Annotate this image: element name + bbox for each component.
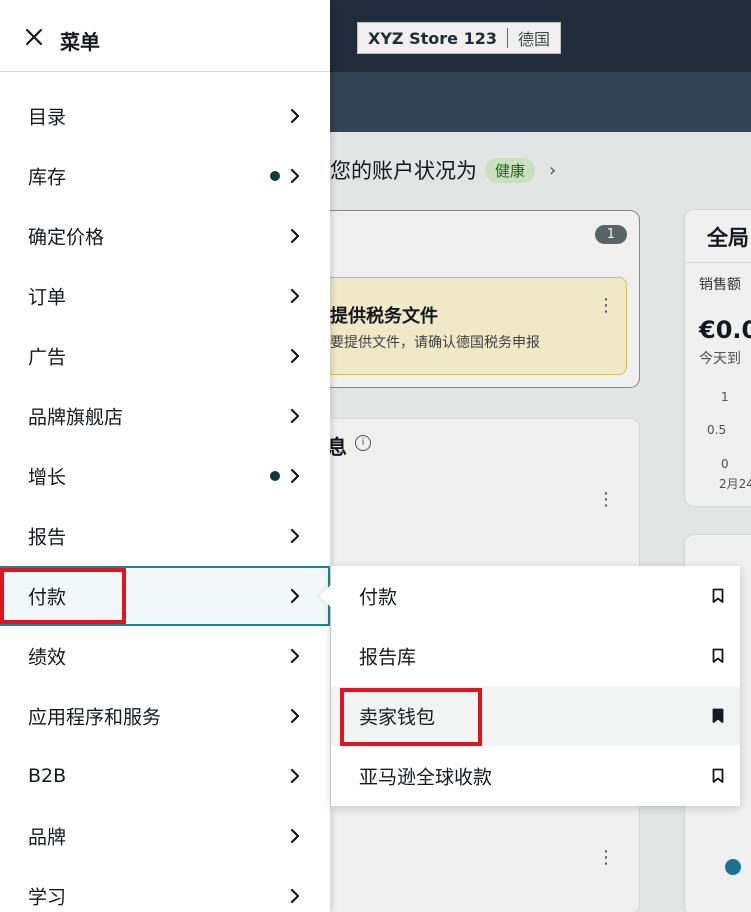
menu-item-payments[interactable]: 付款	[0, 566, 330, 626]
bookmark-icon[interactable]	[712, 768, 724, 784]
menu-item-label: 付款	[28, 586, 67, 609]
chevron-right-icon	[290, 108, 300, 124]
navigation-menu: 菜单 目录库存确定价格订单广告品牌旗舰店增长报告付款绩效应用程序和服务 B2B 品牌…	[0, 0, 330, 912]
notification-dot-icon	[270, 471, 280, 481]
chevron-right-icon	[290, 228, 300, 244]
chevron-right-icon	[290, 528, 300, 544]
submenu-item-amazon-global-payments[interactable]: 亚马逊全球收款	[331, 746, 740, 806]
menu-item-brands[interactable]: 品牌	[0, 806, 330, 866]
close-icon[interactable]	[24, 27, 44, 47]
menu-item-orders[interactable]: 订单	[0, 266, 330, 326]
chevron-right-icon	[290, 768, 300, 784]
menu-item-label: 学习	[28, 886, 67, 909]
menu-item-label: 广告	[28, 346, 67, 369]
menu-item-apps-services[interactable]: 应用程序和服务	[0, 686, 330, 746]
bookmark-filled-icon[interactable]	[712, 708, 724, 724]
notification-dot-icon	[270, 171, 280, 181]
submenu-item-seller-wallet[interactable]: 卖家钱包	[331, 686, 740, 746]
menu-item-label: 订单	[28, 286, 67, 309]
chevron-right-icon	[290, 348, 300, 364]
chevron-right-icon	[290, 708, 300, 724]
menu-item-growth[interactable]: 增长	[0, 446, 330, 506]
menu-item-label: 报告	[28, 526, 67, 549]
menu-header: 菜单	[0, 0, 330, 72]
chevron-right-icon	[290, 648, 300, 664]
chevron-right-icon	[290, 408, 300, 424]
payments-submenu: 付款报告库卖家钱包亚马逊全球收款	[319, 566, 740, 806]
bookmark-icon[interactable]	[712, 648, 724, 664]
menu-item-catalog[interactable]: 目录	[0, 86, 330, 146]
menu-item-label: 增长	[28, 466, 67, 489]
chevron-right-icon	[290, 588, 300, 604]
chevron-right-icon	[290, 288, 300, 304]
chevron-right-icon	[290, 468, 300, 484]
menu-item-label: 目录	[28, 106, 67, 129]
chevron-right-icon	[290, 168, 300, 184]
menu-item-label: 绩效	[28, 646, 67, 669]
menu-item-reports[interactable]: 报告	[0, 506, 330, 566]
menu-item-label: B2B	[28, 765, 67, 787]
submenu-item-label: 亚马逊全球收款	[359, 766, 493, 789]
menu-item-performance[interactable]: 绩效	[0, 626, 330, 686]
menu-item-advertising[interactable]: 广告	[0, 326, 330, 386]
chevron-right-icon	[290, 828, 300, 844]
submenu-item-payments[interactable]: 付款	[331, 566, 740, 626]
submenu-item-label: 付款	[359, 586, 398, 609]
menu-item-label: 品牌旗舰店	[28, 406, 124, 429]
menu-item-label: 品牌	[28, 826, 67, 849]
submenu-item-label: 卖家钱包	[359, 706, 436, 729]
menu-item-brand-stores[interactable]: 品牌旗舰店	[0, 386, 330, 446]
menu-title: 菜单	[60, 30, 100, 54]
menu-item-label: 应用程序和服务	[28, 706, 162, 729]
menu-item-label: 库存	[28, 166, 67, 189]
menu-item-learn[interactable]: 学习	[0, 866, 330, 912]
menu-item-pricing[interactable]: 确定价格	[0, 206, 330, 266]
bookmark-icon[interactable]	[712, 588, 724, 604]
chevron-right-icon	[290, 888, 300, 904]
menu-item-label: 确定价格	[28, 226, 105, 249]
menu-item-b2b[interactable]: B2B	[0, 746, 330, 806]
menu-item-inventory[interactable]: 库存	[0, 146, 330, 206]
submenu-item-reports-repository[interactable]: 报告库	[331, 626, 740, 686]
submenu-item-label: 报告库	[359, 646, 417, 669]
